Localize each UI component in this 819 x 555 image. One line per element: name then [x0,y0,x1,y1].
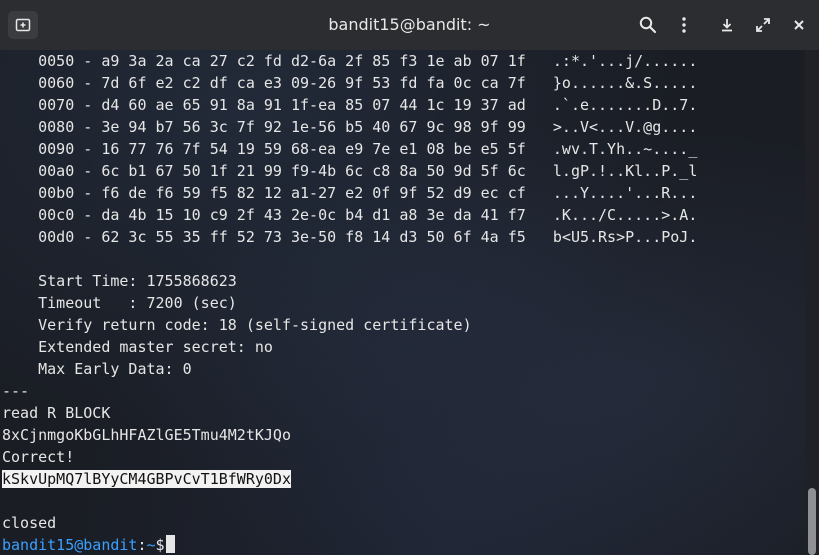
input-password-line: 8xCjnmgoKbGLhHFAZlGE5Tmu4M2tKJQo [2,426,291,444]
kebab-menu-icon [682,17,686,33]
hex-dump-line: 0070 - d4 60 ae 65 91 8a 91 1f-ea 85 07 … [2,96,698,114]
minimize-icon [722,19,732,32]
minimize-button[interactable] [714,12,740,38]
shell-prompt[interactable]: bandit15@bandit:~$ [2,534,175,555]
terminal-output[interactable]: 0050 - a9 3a 2a ca 27 c2 fd d2-6a 2f 85 … [0,50,805,555]
hex-dump-line: 00d0 - 62 3c 55 35 ff 52 73 3e-50 f8 14 … [2,228,698,246]
close-icon [794,20,804,30]
prompt-separator: : [137,536,147,554]
prompt-user-host: bandit15@bandit [2,536,138,554]
verify-code-line: Verify return code: 18 (self-signed cert… [2,316,472,334]
timeout-line: Timeout : 7200 (sec) [2,294,237,312]
hex-dump-line: 0080 - 3e 94 b7 56 3c 7f 92 1e-56 b5 40 … [2,118,698,136]
hex-dump-line: 0060 - 7d 6f e2 c2 df ca e3 09-26 9f 53 … [2,74,698,92]
prompt-symbol: $ [155,536,165,554]
hex-dump-line: 00b0 - f6 de f6 59 f5 82 12 a1-27 e2 0f … [2,184,698,202]
title-bar: bandit15@bandit: ~ [0,0,819,51]
early-data-line: Max Early Data: 0 [2,360,192,378]
text-cursor [165,535,175,553]
maximize-icon [756,18,770,32]
read-block-line: read R BLOCK [2,404,111,422]
hex-dump-line: 00c0 - da 4b 15 10 c9 2f 43 2e-0c b4 d1 … [2,206,698,224]
search-button[interactable] [635,12,661,38]
master-secret-line: Extended master secret: no [2,338,273,356]
separator-line: --- [2,382,30,400]
prompt-path: ~ [146,536,156,554]
close-button[interactable] [786,12,812,38]
scrollbar[interactable] [805,50,819,555]
selected-password[interactable]: kSkvUpMQ7lBYyCM4GBPvCvT1BfWRy0Dx [2,470,291,488]
new-tab-button[interactable] [8,11,38,39]
start-time-line: Start Time: 1755868623 [2,272,237,290]
closed-line: closed [2,514,57,532]
hex-dump-line: 00a0 - 6c b1 67 50 1f 21 99 f9-4b 6c c8 … [2,162,698,180]
new-tab-icon [15,18,31,32]
correct-line: Correct! [2,448,75,466]
password-line: kSkvUpMQ7lBYyCM4GBPvCvT1BfWRy0Dx [2,468,291,490]
maximize-button[interactable] [750,12,776,38]
search-icon [639,16,657,34]
menu-button[interactable] [671,12,697,38]
scrollbar-thumb[interactable] [808,488,816,555]
terminal-window: bandit15@bandit: ~ 0050 - a9 3a 2a ca 27… [0,0,819,555]
hex-dump-line: 0090 - 16 77 76 7f 54 19 59 68-ea e9 7e … [2,140,698,158]
hex-dump-line: 0050 - a9 3a 2a ca 27 c2 fd d2-6a 2f 85 … [2,52,698,70]
